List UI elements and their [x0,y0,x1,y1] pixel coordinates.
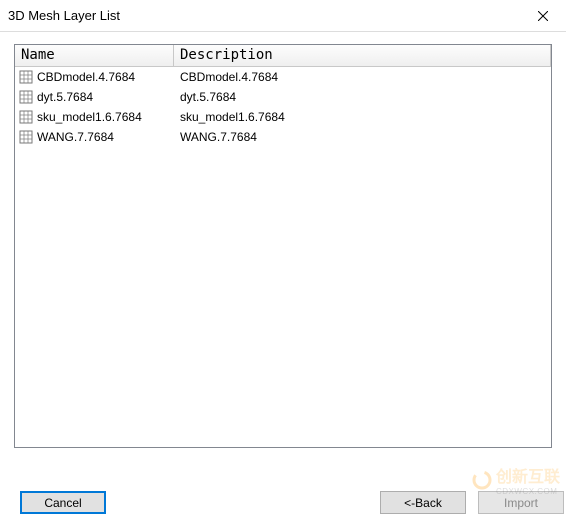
row-name-text: sku_model1.6.7684 [37,110,142,124]
close-icon [538,11,548,21]
mesh-icon [19,130,33,144]
close-button[interactable] [520,0,566,32]
titlebar: 3D Mesh Layer List [0,0,566,32]
layer-list[interactable]: Name Description CBDmodel.4.7684CBDmodel… [14,44,552,448]
cell-name: sku_model1.6.7684 [15,110,174,124]
list-header: Name Description [15,45,551,67]
right-buttons: <-Back Import [380,491,566,514]
cell-name: CBDmodel.4.7684 [15,70,174,84]
row-name-text: WANG.7.7684 [37,130,114,144]
import-button: Import [478,491,564,514]
dialog-body: Name Description CBDmodel.4.7684CBDmodel… [0,32,566,448]
table-row[interactable]: dyt.5.7684 dyt.5.7684 [15,87,551,107]
mesh-icon [19,90,33,104]
button-row: Cancel <-Back Import [0,458,566,514]
table-row[interactable]: sku_model1.6.7684 sku_model1.6.7684 [15,107,551,127]
cell-description: WANG.7.7684 [174,130,551,144]
column-header-name[interactable]: Name [15,45,174,66]
row-name-text: dyt.5.7684 [37,90,93,104]
cell-description: sku_model1.6.7684 [174,110,551,124]
column-header-description[interactable]: Description [174,45,551,66]
window-title: 3D Mesh Layer List [8,8,520,23]
cell-name: WANG.7.7684 [15,130,174,144]
list-rows: CBDmodel.4.7684 CBDmodel.4.7684 dyt.5.768… [15,67,551,147]
table-row[interactable]: WANG.7.7684 WANG.7.7684 [15,127,551,147]
row-name-text: CBDmodel.4.7684 [37,70,135,84]
cell-description: CBDmodel.4.7684 [174,70,551,84]
cell-description: dyt.5.7684 [174,90,551,104]
mesh-icon [19,110,33,124]
cancel-button[interactable]: Cancel [20,491,106,514]
cell-name: dyt.5.7684 [15,90,174,104]
mesh-icon [19,70,33,84]
back-button[interactable]: <-Back [380,491,466,514]
table-row[interactable]: CBDmodel.4.7684 CBDmodel.4.7684 [15,67,551,87]
